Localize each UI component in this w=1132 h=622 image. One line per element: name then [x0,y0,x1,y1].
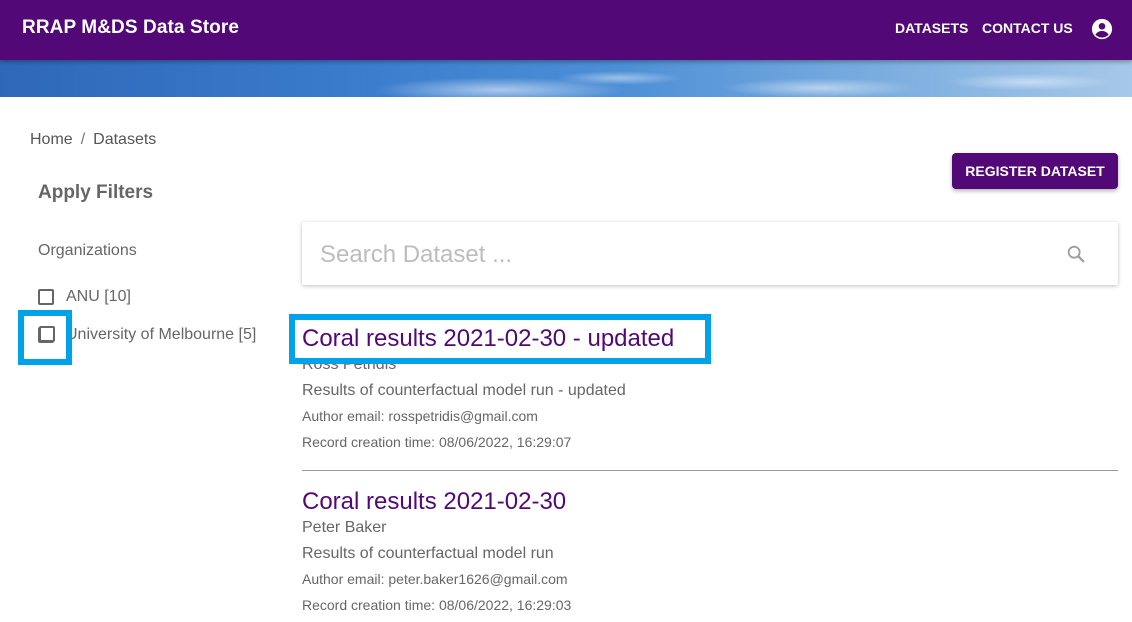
divider [302,470,1118,471]
checkbox[interactable] [38,289,54,305]
dataset-author-email: Author email: peter.baker1626@gmail.com [302,571,568,587]
header-banner-image [0,60,1132,97]
filter-option-anu[interactable]: ANU [10] [38,286,131,308]
nav-contact-us[interactable]: CONTACT US [982,20,1073,36]
breadcrumb-datasets: Datasets [93,131,157,148]
dataset-item: Coral results 2021-02-30 Peter Baker Res… [302,487,1118,614]
dataset-title[interactable]: Coral results 2021-02-30 [302,487,1118,517]
search-input[interactable] [318,238,1022,272]
app-bar: RRAP M&DS Data Store DATASETS CONTACT US [0,0,1132,60]
organizations-label: Organizations [38,242,137,259]
highlight-dataset-title: Coral results 2021-02-30 - updated [289,314,711,364]
filter-option-label: University of Melbourne [5] [66,326,257,343]
breadcrumb: Home / Datasets [30,131,156,149]
breadcrumb-separator: / [80,131,86,148]
dataset-author: Peter Baker [302,519,387,536]
nav-datasets[interactable]: DATASETS [895,20,968,36]
breadcrumb-home[interactable]: Home [30,131,73,148]
highlighted-checkbox[interactable] [39,326,55,342]
account-circle-icon[interactable] [1091,18,1113,40]
highlighted-dataset-title[interactable]: Coral results 2021-02-30 - updated [302,324,674,354]
dataset-creation-time: Record creation time: 08/06/2022, 16:29:… [302,434,572,450]
register-dataset-button[interactable]: REGISTER DATASET [952,153,1118,189]
filter-option-label: ANU [10] [66,288,131,305]
dataset-author-email: Author email: rosspetridis@gmail.com [302,408,538,424]
search-box [302,222,1118,285]
filters-title: Apply Filters [38,182,154,203]
search-icon[interactable] [1065,243,1087,265]
dataset-creation-time: Record creation time: 08/06/2022, 16:29:… [302,597,572,613]
highlight-checkbox [18,310,72,365]
app-title[interactable]: RRAP M&DS Data Store [22,17,239,39]
dataset-description: Results of counterfactual model run - up… [302,382,626,399]
dataset-description: Results of counterfactual model run [302,545,554,562]
